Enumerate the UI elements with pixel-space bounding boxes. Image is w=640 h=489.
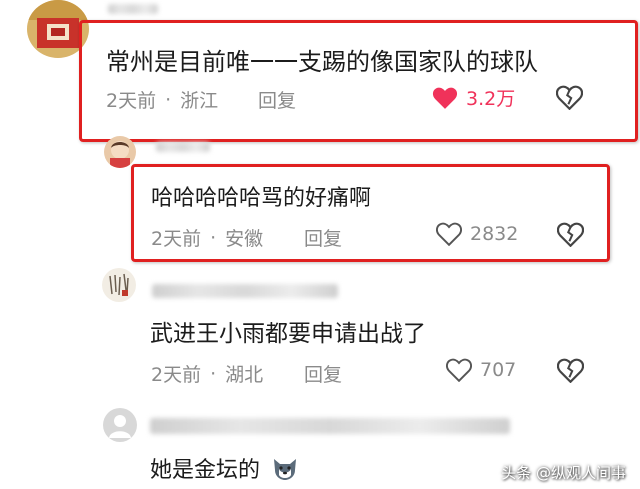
comment-meta: 2天前 · 安徽: [151, 224, 263, 251]
comment-location: 浙江: [180, 90, 219, 112]
like-button[interactable]: 3.2万: [432, 84, 515, 111]
blurred-username: [152, 284, 338, 298]
like-count: 2832: [470, 223, 519, 245]
comment-location: 湖北: [225, 364, 264, 386]
broken-heart-icon: [556, 358, 585, 384]
dislike-button[interactable]: [556, 358, 585, 387]
reply-button[interactable]: 回复: [258, 86, 296, 113]
comment-text: 武进王小雨都要申请出战了: [150, 321, 426, 347]
comment-text: 常州是目前唯一一支踢的像国家队的球队: [106, 48, 538, 76]
meta-separator: ·: [165, 88, 172, 111]
comment-meta: 2天前 · 浙江: [106, 86, 218, 113]
broken-heart-icon: [555, 85, 584, 111]
comment-text: 她是金坛的: [150, 452, 299, 487]
dislike-button[interactable]: [556, 222, 585, 251]
commenter-avatar[interactable]: [104, 136, 136, 168]
reply-button[interactable]: 回复: [304, 360, 342, 387]
blurred-username: [108, 4, 158, 14]
comment-time: 2天前: [151, 228, 202, 250]
like-button[interactable]: 2832: [436, 222, 518, 246]
like-button[interactable]: 707: [446, 358, 516, 382]
highlight-box: [79, 20, 638, 142]
watermark: 头条 @纵观人间事: [501, 464, 626, 482]
commenter-avatar[interactable]: [102, 268, 136, 302]
reply-button[interactable]: 回复: [304, 224, 342, 251]
meta-separator: ·: [210, 226, 217, 249]
comment-text: 哈哈哈哈哈骂的好痛啊: [151, 186, 372, 211]
heart-filled-icon: [432, 87, 458, 109]
broken-heart-icon: [556, 222, 585, 248]
dislike-button[interactable]: [555, 85, 584, 114]
blurred-username: [156, 142, 210, 152]
commenter-avatar[interactable]: [103, 408, 137, 442]
blurred-username: [150, 418, 510, 434]
meta-separator: ·: [210, 362, 217, 385]
comment-location: 安徽: [225, 228, 264, 250]
heart-outline-icon: [446, 358, 472, 382]
comment-meta: 2天前 · 湖北: [151, 360, 263, 387]
husky-emoji-icon: [271, 455, 299, 487]
comment-time: 2天前: [151, 364, 202, 386]
like-count: 707: [480, 359, 517, 381]
like-count: 3.2万: [466, 88, 516, 110]
heart-outline-icon: [436, 222, 462, 246]
comment-time: 2天前: [106, 90, 157, 112]
comment-text-content: 她是金坛的: [150, 458, 261, 483]
